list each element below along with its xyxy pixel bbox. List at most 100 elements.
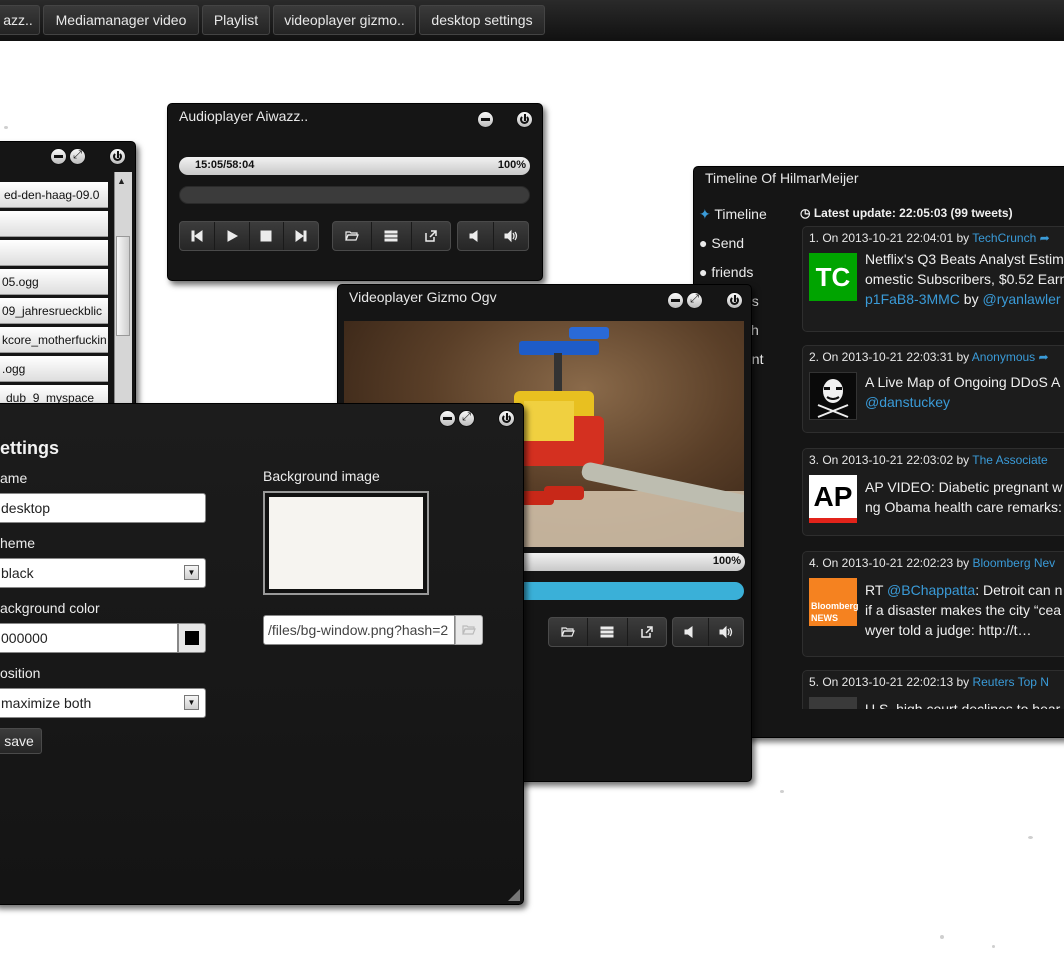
tweet-item[interactable]: 4. On 2013-10-21 22:02:23 by Bloomberg N… <box>802 551 1064 657</box>
list-icon <box>384 230 398 242</box>
open-file-button[interactable] <box>333 222 373 250</box>
volume-down-icon <box>469 230 478 242</box>
timeline-window-title: Timeline Of HilmarMeijer <box>705 170 859 186</box>
dropdown-arrow-icon[interactable]: ▼ <box>184 565 199 580</box>
playlist-item[interactable] <box>0 240 108 266</box>
taskbar-tab-audioplayer[interactable]: azz.. <box>0 5 40 35</box>
playlist-item[interactable]: 05.ogg <box>0 269 108 295</box>
stop-icon <box>260 230 272 242</box>
tweet-meta-prefix: 5. On 2013-10-21 22:02:13 by <box>809 675 970 689</box>
audio-volume-readout: 100% <box>497 159 526 171</box>
tweet-item[interactable]: 5. On 2013-10-21 22:02:13 by Reuters Top… <box>802 670 1064 709</box>
tweet-author-link[interactable]: The Associate <box>972 453 1047 467</box>
browse-file-button[interactable] <box>455 615 483 645</box>
popout-button[interactable] <box>628 618 666 646</box>
audio-progress-bar[interactable]: 15:05/58:04 100% <box>179 157 530 175</box>
taskbar-tab-mediamanager-video[interactable]: Mediamanager video <box>43 5 199 35</box>
minimize-icon[interactable] <box>477 111 494 128</box>
position-select[interactable]: maximize both ▼ <box>0 688 206 718</box>
background-image-path: /files/bg-window.png?hash=2 <box>268 622 449 638</box>
speech-bubble-icon: ● <box>699 235 708 251</box>
anonymous-mask-icon <box>817 379 849 418</box>
taskbar-tab-playlist[interactable]: Playlist <box>202 5 270 35</box>
volume-down-button[interactable] <box>458 222 494 250</box>
open-file-button[interactable] <box>549 618 589 646</box>
power-icon[interactable] <box>516 111 533 128</box>
scroll-up-arrow-icon[interactable]: ▲ <box>117 176 126 186</box>
background-image-preview[interactable] <box>263 491 429 595</box>
next-button[interactable] <box>284 222 318 250</box>
ap-logo-text: AP <box>813 480 853 512</box>
color-picker-button[interactable] <box>178 623 206 653</box>
reply-icon[interactable]: ➦ <box>1040 231 1050 245</box>
tweet-user-link[interactable]: @BChappatta <box>887 582 975 598</box>
audio-volume-controls <box>457 221 529 251</box>
tweet-line: if a disaster makes the city “cea <box>865 602 1062 618</box>
power-icon[interactable] <box>109 148 126 165</box>
tweet-item[interactable]: 1. On 2013-10-21 22:04:01 by TechCrunch … <box>802 226 1064 332</box>
scrollbar-thumb[interactable] <box>116 236 130 336</box>
minimize-icon[interactable] <box>50 148 67 165</box>
techcrunch-logo: TC <box>809 253 857 301</box>
playlist-item[interactable] <box>0 211 108 237</box>
power-icon[interactable] <box>726 292 743 309</box>
playlist-item[interactable]: kcore_motherfuckin <box>0 327 108 353</box>
power-icon[interactable] <box>498 410 515 427</box>
external-link-icon <box>641 626 653 638</box>
resize-handle-icon[interactable] <box>508 889 520 901</box>
minimize-icon[interactable] <box>439 410 456 427</box>
taskbar-tab-desktop-settings[interactable]: desktop settings <box>419 5 545 35</box>
name-field[interactable]: desktop <box>0 493 206 523</box>
playlist-item[interactable]: .ogg <box>0 356 108 382</box>
theme-select[interactable]: black ▼ <box>0 558 206 588</box>
tweet-author-link[interactable]: Anonymous <box>972 350 1035 364</box>
tweet-item[interactable]: 3. On 2013-10-21 22:03:02 by The Associa… <box>802 448 1064 536</box>
audio-seek-bar[interactable] <box>179 186 530 204</box>
previous-button[interactable] <box>180 222 215 250</box>
playlist-button[interactable] <box>372 222 412 250</box>
clock-icon: ◷ <box>800 206 811 220</box>
maximize-icon[interactable] <box>686 292 703 309</box>
playlist-item[interactable]: dub_9_myspace <box>0 385 108 404</box>
reply-icon[interactable]: ➦ <box>1039 350 1049 364</box>
background-color-field[interactable]: 000000 <box>0 623 178 653</box>
audio-time: 15:05/58:04 <box>195 159 255 171</box>
tweet-link[interactable]: p1FaB8-3MMC <box>865 291 960 307</box>
tweet-text: U.S. high court declines to hear <box>865 699 1064 709</box>
playlist-button[interactable] <box>588 618 628 646</box>
latest-update: ◷ Latest update: 22:05:03 (99 tweets) <box>800 206 1013 220</box>
tweet-line: ng Obama health care remarks: <box>865 499 1062 515</box>
skip-forward-icon <box>295 230 307 242</box>
nav-send[interactable]: ● Send <box>699 235 744 251</box>
nav-timeline[interactable]: ✦ Timeline <box>699 206 767 223</box>
maximize-icon[interactable] <box>69 148 86 165</box>
minimize-icon[interactable] <box>667 292 684 309</box>
tweet-item[interactable]: 2. On 2013-10-21 22:03:31 by Anonymous ➦… <box>802 345 1064 433</box>
list-icon <box>600 626 614 638</box>
tweet-user-link[interactable]: @ryanlawler <box>983 291 1061 307</box>
playlist-item[interactable]: ed-den-haag-09.0 <box>0 182 108 208</box>
tweet-author-link[interactable]: Bloomberg Nev <box>972 556 1055 570</box>
popout-button[interactable] <box>412 222 450 250</box>
background-speck <box>940 935 944 939</box>
volume-up-button[interactable] <box>709 618 744 646</box>
videoplayer-title: Videoplayer Gizmo Ogv <box>349 289 497 305</box>
volume-up-button[interactable] <box>494 222 529 250</box>
nav-friends[interactable]: ● friends <box>699 264 753 280</box>
volume-down-button[interactable] <box>673 618 709 646</box>
tweet-line: AP VIDEO: Diabetic pregnant w <box>865 479 1063 495</box>
volume-up-icon <box>719 625 732 639</box>
tweet-user-link[interactable]: @danstuckey <box>865 392 1064 412</box>
dropdown-arrow-icon[interactable]: ▼ <box>184 695 199 710</box>
background-image-path-field[interactable]: /files/bg-window.png?hash=2 <box>263 615 455 645</box>
playlist-scrollbar[interactable]: ▲ <box>114 172 132 404</box>
save-button[interactable]: save <box>0 728 42 754</box>
stop-button[interactable] <box>250 222 285 250</box>
tweet-author-link[interactable]: TechCrunch <box>972 231 1036 245</box>
bloomberg-news-logo: Bloomberg NEWS <box>809 578 859 626</box>
playlist-item[interactable]: 09_jahresrueckblic <box>0 298 108 324</box>
taskbar-tab-videoplayer[interactable]: videoplayer gizmo.. <box>273 5 416 35</box>
tweet-author-link[interactable]: Reuters Top N <box>972 675 1048 689</box>
maximize-icon[interactable] <box>458 410 475 427</box>
play-button[interactable] <box>215 222 250 250</box>
